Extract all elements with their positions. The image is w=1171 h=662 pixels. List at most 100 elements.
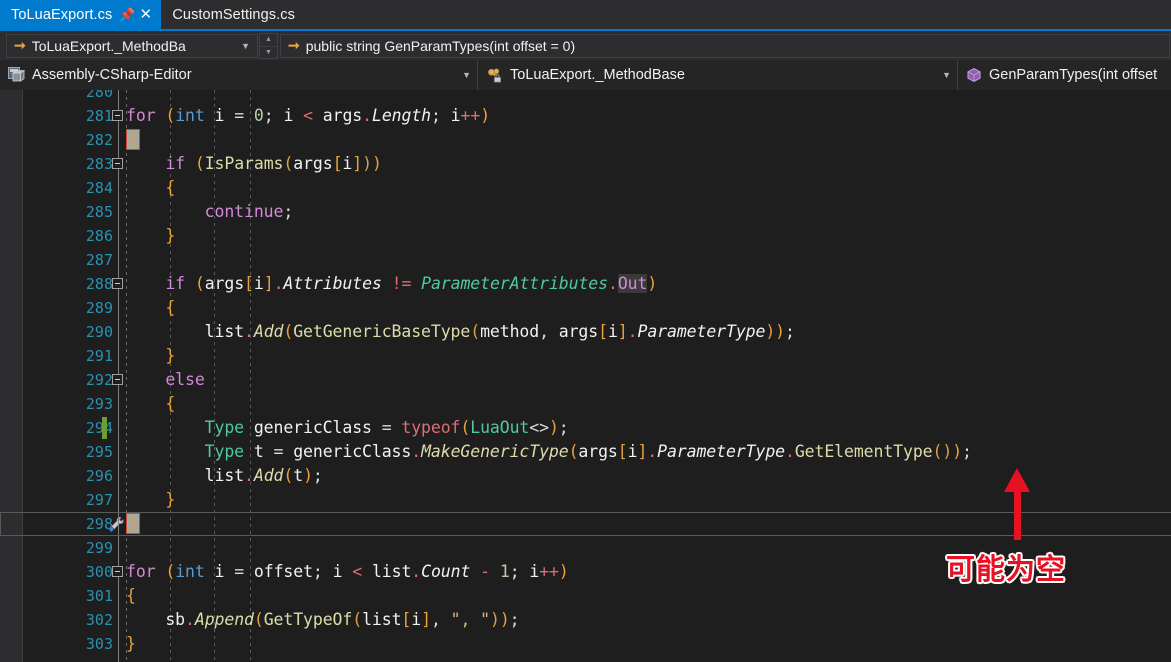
code-token: 0 [253,106,264,125]
code-token: for [126,106,156,125]
navigation-bar: ➞ ToLuaExport._MethodBa ▼ ▲ ▼ ➞ public s… [0,32,1171,60]
code-token: ) [489,610,500,629]
code-line[interactable]: if (args[i].Attributes != ParameterAttri… [126,272,1171,296]
method-purple-icon [966,67,982,83]
collapse-toggle[interactable] [112,158,123,169]
code-token: [ [244,274,254,293]
collapse-toggle[interactable] [112,278,123,289]
line-number: 300 [85,563,113,581]
code-line[interactable]: list.Add(GetGenericBaseType(method, args… [126,320,1171,344]
code-line[interactable]: } [126,488,1171,512]
member-dropdown[interactable]: ➞ public string GenParamTypes(int offset… [280,34,1170,58]
code-token: = [234,106,245,125]
code-token: { [165,394,176,413]
outlining-margin[interactable] [112,90,126,662]
code-token: . [362,106,372,125]
code-token: Count [421,562,471,581]
code-line[interactable]: } [126,224,1171,248]
code-token: GetGenericBaseType [293,322,471,341]
code-line[interactable]: for (int i = 0; i < args.Length; i++) [126,104,1171,128]
collapse-toggle[interactable] [112,566,123,577]
line-number: 282 [85,131,113,149]
navigation-spinner[interactable]: ▲ ▼ [259,33,278,59]
close-icon[interactable]: ✕ [139,7,153,22]
code-line[interactable]: } [126,344,1171,368]
breadcrumb-type[interactable]: ToLuaExport._MethodBase ▼ [478,60,958,90]
breadcrumb-member-label: GenParamTypes(int offset [989,67,1158,83]
code-token: ] [263,274,274,293]
code-token: int [175,562,205,581]
code-token: . [784,442,795,461]
breadcrumb-member[interactable]: GenParamTypes(int offset [958,60,1171,90]
code-token: < [352,562,363,581]
line-number: 298 [85,515,113,533]
code-token: ( [283,466,294,485]
line-number: 285 [85,203,113,221]
code-token: args [293,154,333,173]
member-type-dropdown[interactable]: ➞ ToLuaExport._MethodBa ▼ [6,34,258,58]
code-token: } [165,346,176,365]
breadcrumb-type-label: ToLuaExport._MethodBase [510,67,685,83]
code-token: , [539,322,559,341]
code-token: ( [165,106,176,125]
code-line[interactable]: continue; [126,200,1171,224]
code-line[interactable]: { [126,584,1171,608]
code-line[interactable]: { [126,392,1171,416]
code-line[interactable]: } [126,512,1171,536]
code-token: i [322,562,353,581]
tab-custom-settings[interactable]: CustomSettings.cs [161,0,304,29]
code-token: GetTypeOf [263,610,353,629]
code-line[interactable]: sb.Append(GetTypeOf(list[i], ", ")); [126,608,1171,632]
code-token: 1 [499,562,510,581]
code-line[interactable]: for (int i = offset; i < list.Count - 1;… [126,560,1171,584]
matching-brace: { [126,129,140,150]
code-line[interactable]: if (IsParams(args[i])) [126,152,1171,176]
code-token: t [244,442,274,461]
class-private-icon [486,67,503,83]
collapse-toggle[interactable] [112,374,123,385]
code-line[interactable]: Type t = genericClass.MakeGenericType(ar… [126,440,1171,464]
code-token: ( [194,274,205,293]
code-token: ++ [539,562,559,581]
tab-tolua-export[interactable]: ToLuaExport.cs 📌 ✕ [0,0,162,29]
code-token: . [411,562,422,581]
code-token: if [165,274,186,293]
code-token: Add [253,466,284,485]
code-line[interactable]: else [126,368,1171,392]
code-token: = [273,442,284,461]
code-token: ( [470,322,481,341]
code-line[interactable]: list.Add(t); [126,464,1171,488]
code-token: ( [194,154,205,173]
code-token: ; [509,610,520,629]
code-editor[interactable]: 280 281 282 283 284 285 286 287 288 289 290 291 292 2… [0,90,1171,662]
code-token: int [175,106,205,125]
line-number: 286 [85,227,113,245]
code-token: ) [303,466,313,485]
code-line[interactable] [126,536,1171,560]
code-line[interactable]: { [126,176,1171,200]
spinner-up-icon[interactable]: ▲ [260,34,277,47]
collapse-toggle[interactable] [112,110,123,121]
line-number: 281 [85,107,113,125]
code-token: ) [647,274,658,293]
code-token: ; [283,202,294,221]
code-token: i [273,106,304,125]
code-text-area[interactable]: for (int i = 0; i < args.Length; i++){ i… [0,90,1171,662]
code-line[interactable]: Type genericClass = typeof(LuaOut<>); [126,416,1171,440]
code-line[interactable]: { [126,296,1171,320]
code-line[interactable]: { [126,128,1171,152]
code-line[interactable] [126,90,1171,104]
code-token: IsParams [204,154,284,173]
code-token: Type [204,418,245,437]
line-number: 291 [85,347,113,365]
code-token: MakeGenericType [421,442,569,461]
pin-icon[interactable]: 📌 [119,8,135,21]
code-token: ] [421,610,431,629]
code-line[interactable]: } [126,632,1171,656]
breadcrumb-project[interactable]: Assembly-CSharp-Editor ▼ [0,60,478,90]
spinner-down-icon[interactable]: ▼ [260,47,277,59]
code-token: ; [431,106,441,125]
code-line[interactable] [126,248,1171,272]
